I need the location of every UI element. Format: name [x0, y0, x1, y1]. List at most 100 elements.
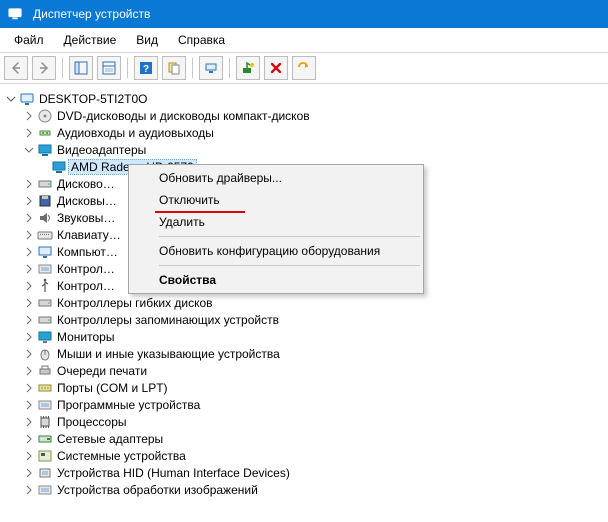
tree-node-label: Системные устройства: [57, 449, 186, 463]
storage-controller-icon: [37, 312, 53, 328]
window-title: Диспетчер устройств: [33, 7, 150, 21]
devmgr-icon: [7, 6, 23, 22]
tree-node[interactable]: Видеоадаптеры: [4, 141, 602, 158]
tree-node[interactable]: Сетевые адаптеры: [4, 430, 602, 447]
tree-node-label: Очереди печати: [57, 364, 147, 378]
chevron-right-icon[interactable]: [22, 415, 36, 429]
toolbar-separator: [62, 58, 63, 78]
hid-icon: [37, 465, 53, 481]
chevron-right-icon[interactable]: [22, 381, 36, 395]
tree-node[interactable]: Аудиовходы и аудиовыходы: [4, 124, 602, 141]
chevron-right-icon[interactable]: [22, 126, 36, 140]
software-device-icon: [37, 397, 53, 413]
toolbar-forward[interactable]: [32, 56, 56, 80]
chevron-right-icon[interactable]: [22, 245, 36, 259]
sound-icon: [37, 210, 53, 226]
floppy-controller-icon: [37, 295, 53, 311]
chevron-right-icon[interactable]: [22, 296, 36, 310]
tree-node[interactable]: Процессоры: [4, 413, 602, 430]
network-adapter-icon: [37, 431, 53, 447]
chevron-right-icon[interactable]: [22, 313, 36, 327]
audio-jack-icon: [37, 125, 53, 141]
tree-node-label: Дисково…: [57, 177, 115, 191]
toolbar-properties-pane[interactable]: [97, 56, 121, 80]
context-menu: Обновить драйверы... Отключить Удалить О…: [128, 164, 424, 294]
tree-node[interactable]: Устройства HID (Human Interface Devices): [4, 464, 602, 481]
menu-action[interactable]: Действие: [54, 30, 127, 50]
ctx-properties[interactable]: Свойства: [131, 269, 421, 291]
system-device-icon: [37, 448, 53, 464]
tree-node-label: Контрол…: [57, 262, 115, 276]
svg-text:?: ?: [143, 64, 149, 75]
ctx-update-drivers[interactable]: Обновить драйверы...: [131, 167, 421, 189]
tree-node-label: Программные устройства: [57, 398, 200, 412]
menu-view[interactable]: Вид: [126, 30, 168, 50]
tree-node[interactable]: Программные устройства: [4, 396, 602, 413]
chevron-right-icon[interactable]: [22, 347, 36, 361]
usb-icon: [37, 278, 53, 294]
menu-help[interactable]: Справка: [168, 30, 235, 50]
ctx-scan-hardware[interactable]: Обновить конфигурацию оборудования: [131, 240, 421, 262]
menu-file[interactable]: Файл: [4, 30, 54, 50]
tree-node-label: Компьют…: [57, 245, 118, 259]
chevron-right-icon[interactable]: [22, 398, 36, 412]
tree-node-label: Клавиату…: [57, 228, 121, 242]
toolbar-separator: [192, 58, 193, 78]
ctx-separator: [159, 236, 420, 237]
tree-node[interactable]: Устройства обработки изображений: [4, 481, 602, 498]
chevron-right-icon[interactable]: [22, 228, 36, 242]
tree-node-label: Процессоры: [57, 415, 127, 429]
monitor-icon: [37, 329, 53, 345]
tree-node[interactable]: Очереди печати: [4, 362, 602, 379]
toolbar-update-driver[interactable]: [236, 56, 260, 80]
floppy-icon: [37, 193, 53, 209]
tree-root[interactable]: DESKTOP-5TI2T0O: [4, 90, 602, 107]
chevron-right-icon[interactable]: [22, 364, 36, 378]
chevron-right-icon[interactable]: [22, 279, 36, 293]
ctx-uninstall[interactable]: Удалить: [131, 211, 421, 233]
toolbar-separator: [127, 58, 128, 78]
toolbar-separator: [229, 58, 230, 78]
tree-node[interactable]: Системные устройства: [4, 447, 602, 464]
controller-icon: [37, 261, 53, 277]
cpu-icon: [37, 414, 53, 430]
chevron-right-icon[interactable]: [22, 211, 36, 225]
toolbar-show-hide-tree[interactable]: [69, 56, 93, 80]
tree-node-label: Мыши и иные указывающие устройства: [57, 347, 280, 361]
tree-node-label: Контроллеры запоминающих устройств: [57, 313, 279, 327]
chevron-down-icon[interactable]: [22, 143, 36, 157]
chevron-right-icon[interactable]: [22, 432, 36, 446]
tree-node-label: Контроллеры гибких дисков: [57, 296, 213, 310]
tree-node-label: DVD-дисководы и дисководы компакт-дисков: [57, 109, 310, 123]
tree-node[interactable]: Мыши и иные указывающие устройства: [4, 345, 602, 362]
tree-node[interactable]: Мониторы: [4, 328, 602, 345]
tree-node[interactable]: Порты (COM и LPT): [4, 379, 602, 396]
tree-node[interactable]: DVD-дисководы и дисководы компакт-дисков: [4, 107, 602, 124]
toolbar-disable[interactable]: [292, 56, 316, 80]
toolbar-scan[interactable]: [199, 56, 223, 80]
tree-node[interactable]: Контроллеры запоминающих устройств: [4, 311, 602, 328]
toolbar: ?: [0, 53, 608, 84]
chevron-right-icon[interactable]: [22, 109, 36, 123]
chevron-right-icon[interactable]: [22, 449, 36, 463]
chevron-down-icon[interactable]: [4, 92, 18, 106]
toolbar-help[interactable]: ?: [134, 56, 158, 80]
toolbar-action[interactable]: [162, 56, 186, 80]
tree-node[interactable]: Контроллеры гибких дисков: [4, 294, 602, 311]
device-tree[interactable]: DESKTOP-5TI2T0O DVD-дисководы и дисковод…: [0, 84, 608, 504]
ctx-disable[interactable]: Отключить: [131, 189, 421, 211]
port-icon: [37, 380, 53, 396]
tree-root-label: DESKTOP-5TI2T0O: [39, 92, 147, 106]
chevron-right-icon[interactable]: [22, 483, 36, 497]
chevron-right-icon[interactable]: [22, 330, 36, 344]
toolbar-uninstall[interactable]: [264, 56, 288, 80]
mouse-icon: [37, 346, 53, 362]
chevron-right-icon[interactable]: [22, 466, 36, 480]
tree-node-label: Звуковы…: [57, 211, 115, 225]
chevron-right-icon[interactable]: [22, 177, 36, 191]
chevron-right-icon[interactable]: [22, 262, 36, 276]
chevron-right-icon[interactable]: [22, 194, 36, 208]
toolbar-back[interactable]: [4, 56, 28, 80]
tree-node-label: Видеоадаптеры: [57, 143, 146, 157]
computer-icon: [37, 244, 53, 260]
